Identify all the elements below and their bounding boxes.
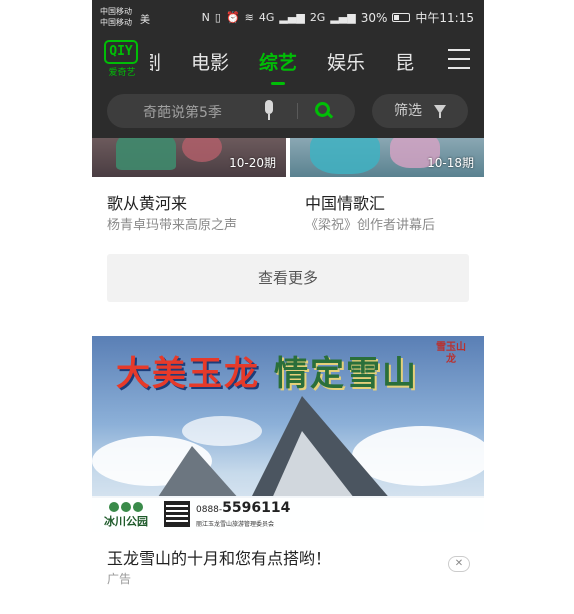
- phone-number: 5596114: [222, 500, 291, 516]
- carrier-extra: 美: [140, 15, 150, 26]
- top-navigation: QIY 爱奇艺 剧 电影 综艺 娱乐 昆: [92, 36, 484, 86]
- video-thumbnail[interactable]: 10-18期: [290, 138, 484, 177]
- phone-screen: 中国移动 中国移动 美 N ▯ ⏰ ≋ 4G ▂▄▆ 2G ▂▄▆ 30% 中午…: [92, 0, 484, 614]
- ad-headline: 大美玉龙 情定雪山: [116, 346, 418, 395]
- nfc-icon: N: [201, 11, 210, 24]
- tab-movies[interactable]: 电影: [191, 48, 229, 75]
- filter-label: 筛选: [394, 103, 422, 119]
- status-icons: N ▯ ⏰ ≋ 4G ▂▄▆ 2G ▂▄▆ 30% 中午11:15: [202, 9, 474, 26]
- episode-range: 10-18期: [427, 156, 474, 170]
- logo-text: 爱奇艺: [108, 68, 136, 78]
- clock: 中午11:15: [415, 11, 474, 25]
- search-row: 奇葩说第5季 筛选: [92, 86, 484, 138]
- close-ad-icon[interactable]: ✕: [448, 556, 470, 572]
- network-2-label: 2G: [309, 11, 326, 24]
- ad-headline-part-2: 情定雪山: [274, 354, 418, 394]
- ad-organization: 丽江玉龙雪山旅游管理委员会: [196, 521, 275, 528]
- status-bar: 中国移动 中国移动 美 N ▯ ⏰ ≋ 4G ▂▄▆ 2G ▂▄▆ 30% 中午…: [92, 0, 484, 36]
- tab-entertainment[interactable]: 娱乐: [327, 48, 365, 75]
- ad-headline-part-1: 大美玉龙: [116, 354, 260, 394]
- battery-icon: [392, 13, 411, 22]
- see-more-button[interactable]: 查看更多: [107, 254, 469, 302]
- search-icon[interactable]: [315, 102, 334, 120]
- tab-drama[interactable]: 剧: [150, 48, 161, 75]
- battery-percent: 30%: [360, 10, 388, 25]
- park-name: 冰川公园: [104, 515, 148, 528]
- tab-variety[interactable]: 综艺: [259, 48, 297, 85]
- phone-prefix: 0888-: [196, 505, 223, 515]
- video-subtitle: 杨青卓玛带来高原之声: [107, 218, 238, 233]
- menu-icon[interactable]: [448, 49, 470, 69]
- alarm-icon: ⏰: [225, 11, 240, 24]
- search-input[interactable]: 奇葩说第5季: [107, 94, 355, 128]
- carrier-2: 中国移动: [100, 18, 132, 27]
- ad-title[interactable]: 玉龙雪山的十月和您有点搭哟！: [107, 545, 331, 569]
- episode-range: 10-20期: [229, 156, 276, 170]
- microphone-icon[interactable]: [263, 100, 275, 122]
- signal-icon-2: ▂▄▆: [330, 11, 356, 24]
- filter-button[interactable]: 筛选: [372, 94, 468, 128]
- video-subtitle: 《梁祝》创作者讲幕后: [305, 218, 436, 233]
- iqiyi-logo[interactable]: QIY 爱奇艺: [104, 40, 140, 78]
- video-title[interactable]: 歌从黄河来: [107, 190, 187, 214]
- logo-mark: QIY: [104, 40, 138, 64]
- carrier-1: 中国移动: [100, 7, 132, 16]
- signal-icon: ▂▄▆: [279, 11, 305, 24]
- network-1-label: 4G: [258, 11, 275, 24]
- search-placeholder: 奇葩说第5季: [143, 105, 222, 121]
- search-divider: [297, 103, 298, 119]
- carrier-labels: 中国移动 中国移动: [100, 6, 132, 28]
- funnel-icon: [434, 105, 446, 118]
- ad-footer-strip: 冰川公园 0888-5596114 丽江玉龙雪山旅游管理委员会: [92, 498, 484, 532]
- vibrate-icon: ▯: [214, 11, 221, 24]
- ad-label: 广告: [107, 572, 132, 586]
- wifi-icon: ≋: [244, 11, 254, 24]
- section-divider: [92, 320, 484, 336]
- tab-partial-next[interactable]: 昆: [395, 48, 414, 75]
- video-thumbnail[interactable]: 10-20期: [92, 138, 286, 177]
- ad-badge: 雪玉山龙: [436, 342, 466, 365]
- qr-code: [164, 501, 190, 527]
- ad-banner-image[interactable]: 大美玉龙 情定雪山 雪玉山龙 冰川公园 0888-5596114 丽江玉龙雪山旅游…: [92, 336, 484, 532]
- channel-tabs: 剧 电影 综艺 娱乐 昆: [150, 36, 440, 86]
- ad-phone: 0888-5596114: [196, 500, 290, 516]
- park-logo: 冰川公园: [100, 502, 152, 529]
- video-title[interactable]: 中国情歌汇: [305, 190, 385, 214]
